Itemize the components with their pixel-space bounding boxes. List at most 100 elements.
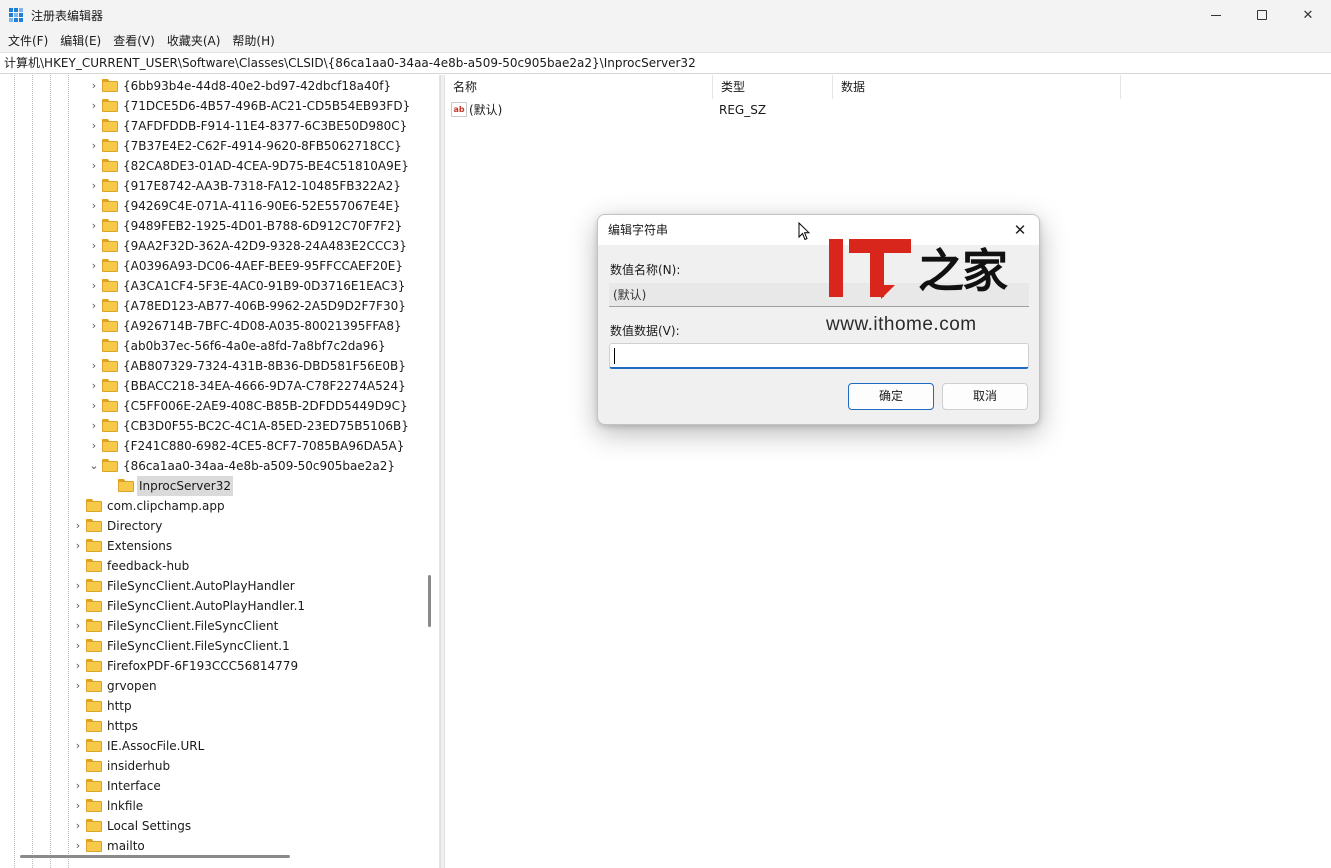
tree-item-class[interactable]: › IE.AssocFile.URL — [0, 736, 428, 756]
chevron-right-icon[interactable]: › — [88, 256, 100, 276]
folder-icon — [86, 539, 102, 552]
tree-item-clsid[interactable]: › {82CA8DE3-01AD-4CEA-9D75-BE4C51810A9E} — [0, 156, 428, 176]
menu-help[interactable]: 帮助(H) — [226, 30, 280, 52]
column-header-data[interactable]: 数据 — [833, 75, 1121, 99]
menu-edit[interactable]: 编辑(E) — [54, 30, 107, 52]
values-list-pane[interactable]: 名称 类型 数据 ab (默认) REG_SZ — [445, 75, 1331, 868]
tree-item-class[interactable]: › Extensions — [0, 536, 428, 556]
value-row-type[interactable]: REG_SZ — [719, 100, 766, 120]
tree-item-class[interactable]: › Interface — [0, 776, 428, 796]
folder-icon — [102, 379, 118, 392]
chevron-right-icon[interactable]: › — [88, 116, 100, 136]
value-data-input[interactable] — [609, 343, 1029, 369]
tree-item-class[interactable]: › FileSyncClient.FileSyncClient — [0, 616, 428, 636]
tree-item-inprocserver32[interactable]: InprocServer32 — [0, 476, 428, 496]
chevron-right-icon[interactable]: › — [88, 276, 100, 296]
tree-item-class[interactable]: › mailto — [0, 836, 428, 856]
tree-item-class[interactable]: › Directory — [0, 516, 428, 536]
tree-item-clsid[interactable]: › {94269C4E-071A-4116-90E6-52E557067E4E} — [0, 196, 428, 216]
tree-item-clsid[interactable]: › {C5FF006E-2AE9-408C-B85B-2DFDD5449D9C} — [0, 396, 428, 416]
tree-item-clsid[interactable]: › {9AA2F32D-362A-42D9-9328-24A483E2CCC3} — [0, 236, 428, 256]
tree-item-clsid[interactable]: {ab0b37ec-56f6-4a0e-a8fd-7a8bf7c2da96} — [0, 336, 428, 356]
menu-view[interactable]: 查看(V) — [107, 30, 161, 52]
folder-icon — [86, 759, 102, 772]
address-bar[interactable]: 计算机\HKEY_CURRENT_USER\Software\Classes\C… — [0, 52, 1331, 74]
column-header-name[interactable]: 名称 — [445, 75, 713, 99]
chevron-right-icon[interactable]: › — [72, 736, 84, 756]
chevron-right-icon[interactable]: › — [72, 796, 84, 816]
chevron-right-icon[interactable]: › — [72, 636, 84, 656]
close-window-button[interactable]: ✕ — [1285, 0, 1331, 30]
chevron-right-icon[interactable]: › — [72, 656, 84, 676]
tree-item-class[interactable]: › grvopen — [0, 676, 428, 696]
tree-item-clsid[interactable]: › {BBACC218-34EA-4666-9D7A-C78F2274A524} — [0, 376, 428, 396]
tree-item-clsid[interactable]: › {9489FEB2-1925-4D01-B788-6D912C70F7F2} — [0, 216, 428, 236]
tree-item-class[interactable]: › FirefoxPDF-6F193CCC56814779 — [0, 656, 428, 676]
tree-item-label: Extensions — [107, 539, 173, 553]
folder-icon — [86, 819, 102, 832]
tree-item-clsid[interactable]: › {71DCE5D6-4B57-496B-AC21-CD5B54EB93FD} — [0, 96, 428, 116]
tree-item-class[interactable]: com.clipchamp.app — [0, 496, 428, 516]
tree-item-clsid[interactable]: › {6bb93b4e-44d8-40e2-bd97-42dbcf18a40f} — [0, 76, 428, 96]
minimize-icon — [1211, 14, 1221, 16]
column-header-type[interactable]: 类型 — [713, 75, 833, 99]
tree-item-clsid[interactable]: › {CB3D0F55-BC2C-4C1A-85ED-23ED75B5106B} — [0, 416, 428, 436]
chevron-right-icon[interactable]: › — [88, 356, 100, 376]
minimize-button[interactable] — [1193, 0, 1239, 30]
tree-item-class[interactable]: › FileSyncClient.AutoPlayHandler — [0, 576, 428, 596]
tree-item-clsid[interactable]: › {7AFDFDDB-F914-11E4-8377-6C3BE50D980C} — [0, 116, 428, 136]
tree-item-clsid[interactable]: › {A78ED123-AB77-406B-9962-2A5D9D2F7F30} — [0, 296, 428, 316]
tree-item-class[interactable]: http — [0, 696, 428, 716]
menu-favorites[interactable]: 收藏夹(A) — [161, 30, 227, 52]
value-row-name[interactable]: (默认) — [469, 100, 502, 120]
folder-icon — [102, 259, 118, 272]
tree-item-clsid[interactable]: › {A3CA1CF4-5F3E-4AC0-91B9-0D3716E1EAC3} — [0, 276, 428, 296]
chevron-right-icon[interactable]: › — [72, 816, 84, 836]
tree-item-expanded-clsid[interactable]: ⌄ {86ca1aa0-34aa-4e8b-a509-50c905bae2a2} — [0, 456, 428, 476]
tree-item-clsid[interactable]: › {AB807329-7324-431B-8B36-DBD581F56E0B} — [0, 356, 428, 376]
tree-item-class[interactable]: › FileSyncClient.FileSyncClient.1 — [0, 636, 428, 656]
chevron-right-icon[interactable]: › — [88, 136, 100, 156]
tree-item-class[interactable]: › Local Settings — [0, 816, 428, 836]
chevron-right-icon[interactable]: › — [88, 236, 100, 256]
tree-item-class[interactable]: › FileSyncClient.AutoPlayHandler.1 — [0, 596, 428, 616]
chevron-right-icon[interactable]: › — [88, 296, 100, 316]
key-tree-pane[interactable]: › {6bb93b4e-44d8-40e2-bd97-42dbcf18a40f} ›… — [0, 75, 440, 868]
chevron-right-icon[interactable]: › — [88, 96, 100, 116]
chevron-right-icon[interactable]: › — [72, 676, 84, 696]
chevron-right-icon[interactable]: › — [88, 76, 100, 96]
chevron-right-icon[interactable]: › — [88, 316, 100, 336]
chevron-down-icon[interactable]: ⌄ — [88, 456, 100, 476]
tree-item-clsid[interactable]: › {A0396A93-DC06-4AEF-BEE9-95FFCCAEF20E} — [0, 256, 428, 276]
tree-item-class[interactable]: › lnkfile — [0, 796, 428, 816]
tree-item-clsid[interactable]: › {F241C880-6982-4CE5-8CF7-7085BA96DA5A} — [0, 436, 428, 456]
chevron-right-icon[interactable]: › — [88, 396, 100, 416]
tree-item-label: {9AA2F32D-362A-42D9-9328-24A483E2CCC3} — [123, 239, 407, 253]
chevron-right-icon[interactable]: › — [88, 376, 100, 396]
chevron-right-icon[interactable]: › — [72, 776, 84, 796]
chevron-right-icon[interactable]: › — [88, 156, 100, 176]
tree-item-clsid[interactable]: › {917E8742-AA3B-7318-FA12-10485FB322A2} — [0, 176, 428, 196]
chevron-right-icon[interactable]: › — [88, 176, 100, 196]
tree-item-clsid[interactable]: › {7B37E4E2-C62F-4914-9620-8FB5062718CC} — [0, 136, 428, 156]
tree-item-clsid[interactable]: › {A926714B-7BFC-4D08-A035-80021395FFA8} — [0, 316, 428, 336]
cancel-button[interactable]: 取消 — [942, 383, 1028, 410]
dialog-close-icon[interactable]: ✕ — [1008, 219, 1032, 241]
chevron-right-icon[interactable]: › — [88, 216, 100, 236]
chevron-right-icon[interactable]: › — [88, 196, 100, 216]
chevron-right-icon[interactable]: › — [72, 616, 84, 636]
tree-vertical-scrollbar[interactable] — [428, 575, 431, 627]
ok-button[interactable]: 确定 — [848, 383, 934, 410]
chevron-right-icon[interactable]: › — [72, 536, 84, 556]
chevron-right-icon[interactable]: › — [88, 416, 100, 436]
tree-item-class[interactable]: feedback-hub — [0, 556, 428, 576]
tree-item-class[interactable]: https — [0, 716, 428, 736]
chevron-right-icon[interactable]: › — [72, 516, 84, 536]
chevron-right-icon[interactable]: › — [72, 596, 84, 616]
chevron-right-icon[interactable]: › — [88, 436, 100, 456]
menu-file[interactable]: 文件(F) — [2, 30, 54, 52]
chevron-right-icon[interactable]: › — [72, 576, 84, 596]
maximize-button[interactable] — [1239, 0, 1285, 30]
chevron-right-icon[interactable]: › — [72, 836, 84, 856]
tree-item-class[interactable]: insiderhub — [0, 756, 428, 776]
